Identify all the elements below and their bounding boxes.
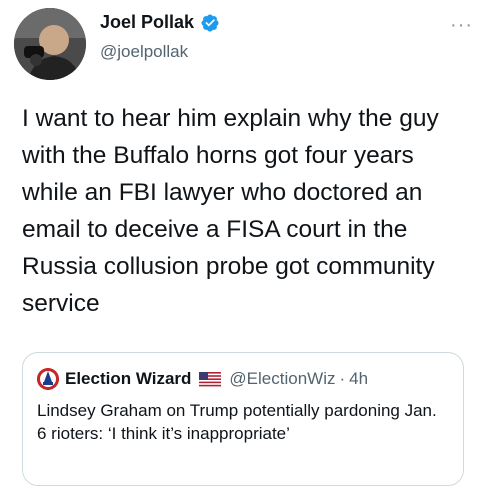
tweet-text: I want to hear him explain why the guy w… (22, 105, 439, 317)
more-dots-icon[interactable]: ··· (450, 15, 473, 35)
tweet-card: Joel Pollak @joelpollak ··· I want to he… (0, 0, 487, 500)
quoted-tweet-time[interactable]: 4h (349, 369, 368, 389)
author-avatar[interactable] (14, 8, 86, 80)
quoted-author-avatar[interactable] (37, 368, 59, 390)
separator-dot: · (339, 369, 346, 388)
quoted-tweet[interactable]: Election Wizard @ElectionWiz · 4h Lindse… (22, 352, 464, 486)
quoted-author-name[interactable]: Election Wizard (65, 369, 191, 389)
quoted-author-handle[interactable]: @ElectionWiz (229, 369, 335, 389)
us-flag-icon (199, 371, 222, 387)
author-name-row: Joel Pollak (100, 12, 220, 33)
author-display-name[interactable]: Joel Pollak (100, 12, 194, 33)
author-handle[interactable]: @joelpollak (100, 42, 188, 62)
profile-photo-icon (14, 8, 86, 80)
verified-badge-icon (201, 13, 219, 32)
wizard-avatar-icon (37, 368, 59, 390)
quoted-tweet-text: Lindsey Graham on Trump potentially pard… (37, 401, 437, 443)
quoted-tweet-header: Election Wizard @ElectionWiz · 4h (37, 368, 368, 390)
